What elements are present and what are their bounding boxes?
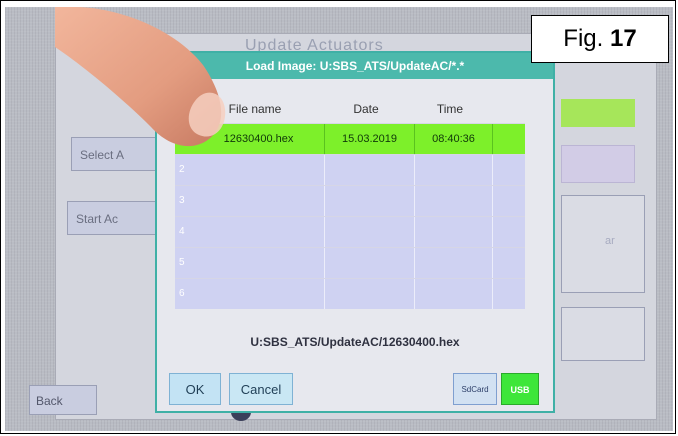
time-cell [415,248,493,278]
time-cell [415,279,493,309]
lower-panel [561,307,645,361]
info-panel [561,195,645,293]
back-button[interactable]: Back [29,385,97,415]
file-name-cell [193,279,325,309]
date-cell [325,248,415,278]
usb-source-button[interactable]: USB [501,373,539,405]
file-name-cell [193,186,325,216]
table-row[interactable]: 3 [175,185,525,216]
file-name-cell [193,155,325,185]
date-cell [325,186,415,216]
file-table: File name Date Time 1 12630400.hex 15.03… [175,95,525,309]
dialog-title: Load Image: U:SBS_ATS/UpdateAC/*.* [157,53,553,79]
select-actuator-button[interactable]: Select A [71,137,161,171]
table-row[interactable]: 6 [175,278,525,309]
ok-button[interactable]: OK [169,373,221,405]
file-name-cell [193,248,325,278]
date-cell [325,279,415,309]
figure-label: Fig. 17 [531,15,669,63]
date-cell [325,155,415,185]
selected-path-text: U:SBS_ATS/UpdateAC/12630400.hex [250,335,460,349]
time-cell: 08:40:36 [415,124,493,154]
device-screen: Update Actuators Select A Start Ac ar Ba… [5,7,673,431]
file-name-cell [193,217,325,247]
column-header-date: Date [353,102,379,116]
time-cell [415,217,493,247]
file-name-cell: 12630400.hex [193,124,325,154]
start-actuator-button[interactable]: Start Ac [67,201,163,235]
status-green-bar [561,99,635,127]
load-image-dialog: Load Image: U:SBS_ATS/UpdateAC/*.* File … [155,51,555,413]
info-field [561,145,635,183]
figure-number: 17 [609,25,637,52]
sdcard-source-button[interactable]: SdCard [453,373,497,405]
time-cell [415,155,493,185]
row-index: 4 [179,226,185,237]
info-panel-text: ar [605,235,615,247]
figure-prefix: Fig. [563,25,604,52]
table-header: File name Date Time [175,95,525,123]
row-index: 3 [179,195,185,206]
row-index: 1 [179,133,185,144]
index-header [175,95,189,123]
table-row[interactable]: 4 [175,216,525,247]
figure-frame: Update Actuators Select A Start Ac ar Ba… [0,0,676,434]
row-index: 6 [179,288,185,299]
cancel-button[interactable]: Cancel [229,373,293,405]
table-row-selected[interactable]: 1 12630400.hex 15.03.2019 08:40:36 [175,123,525,154]
date-cell [325,217,415,247]
column-header-time: Time [436,102,464,116]
table-row[interactable]: 2 [175,154,525,185]
column-header-file-name: File name [228,102,282,116]
time-cell [415,186,493,216]
table-row[interactable]: 5 [175,247,525,278]
row-index: 2 [179,164,185,175]
row-index: 5 [179,257,185,268]
date-cell: 15.03.2019 [325,124,415,154]
